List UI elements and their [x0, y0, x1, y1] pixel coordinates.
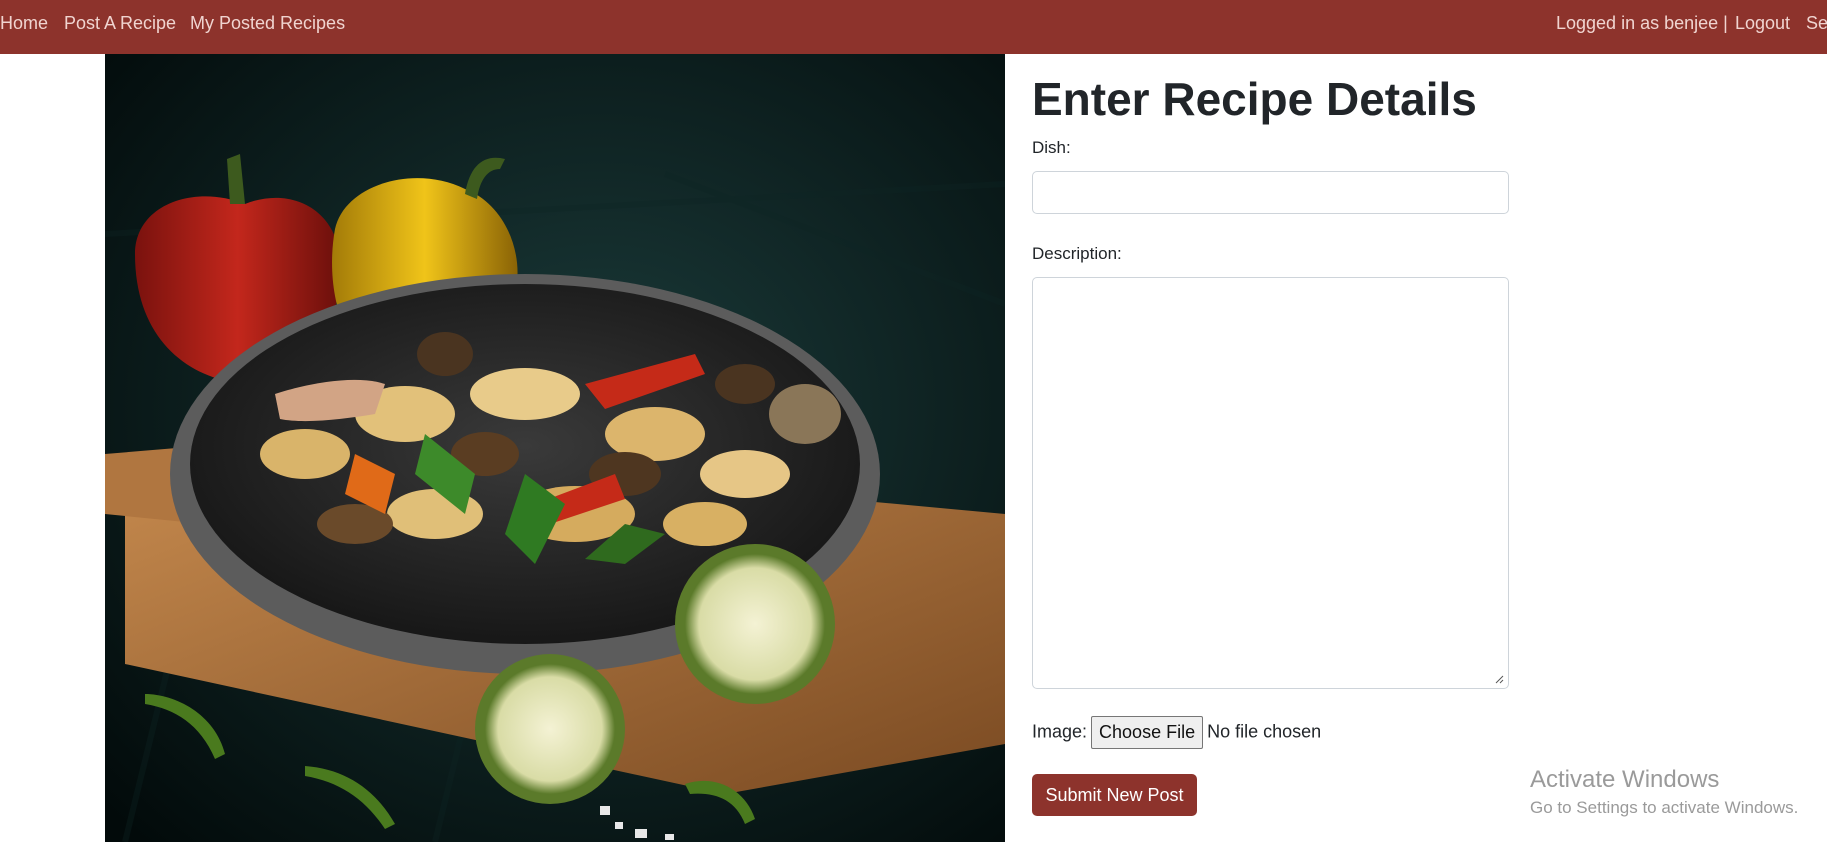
food-photo-icon — [105, 54, 1005, 842]
nav-logout-link[interactable]: Logout — [1735, 0, 1790, 46]
resize-handle-icon[interactable] — [1494, 674, 1504, 684]
logged-in-status: Logged in as benjee | — [1556, 13, 1728, 33]
top-navbar: Home Post A Recipe My Posted Recipes Log… — [0, 0, 1827, 54]
watermark-title: Activate Windows — [1530, 766, 1720, 793]
description-label: Description: — [1032, 244, 1122, 263]
choose-file-button[interactable]: Choose File — [1091, 716, 1204, 749]
watermark-subtitle: Go to Settings to activate Windows. — [1530, 798, 1799, 817]
image-upload-row: Image: Choose File No file chosen — [1032, 716, 1321, 750]
dish-label: Dish: — [1032, 138, 1071, 157]
page-title: Enter Recipe Details — [1032, 73, 1477, 125]
file-status: No file chosen — [1207, 721, 1322, 742]
nav-my-recipes-link[interactable]: My Posted Recipes — [190, 0, 345, 46]
recipe-hero-image — [105, 54, 1005, 842]
nav-post-recipe-link[interactable]: Post A Recipe — [64, 0, 176, 46]
nav-settings-link[interactable]: Se — [1806, 0, 1827, 46]
activate-windows-watermark: Activate Windows Go to Settings to activ… — [1530, 766, 1798, 818]
description-textarea[interactable] — [1032, 277, 1509, 689]
nav-home-link[interactable]: Home — [0, 0, 48, 46]
image-label: Image: — [1032, 721, 1088, 742]
submit-post-button[interactable]: Submit New Post — [1032, 774, 1197, 816]
dish-input[interactable] — [1032, 171, 1509, 214]
